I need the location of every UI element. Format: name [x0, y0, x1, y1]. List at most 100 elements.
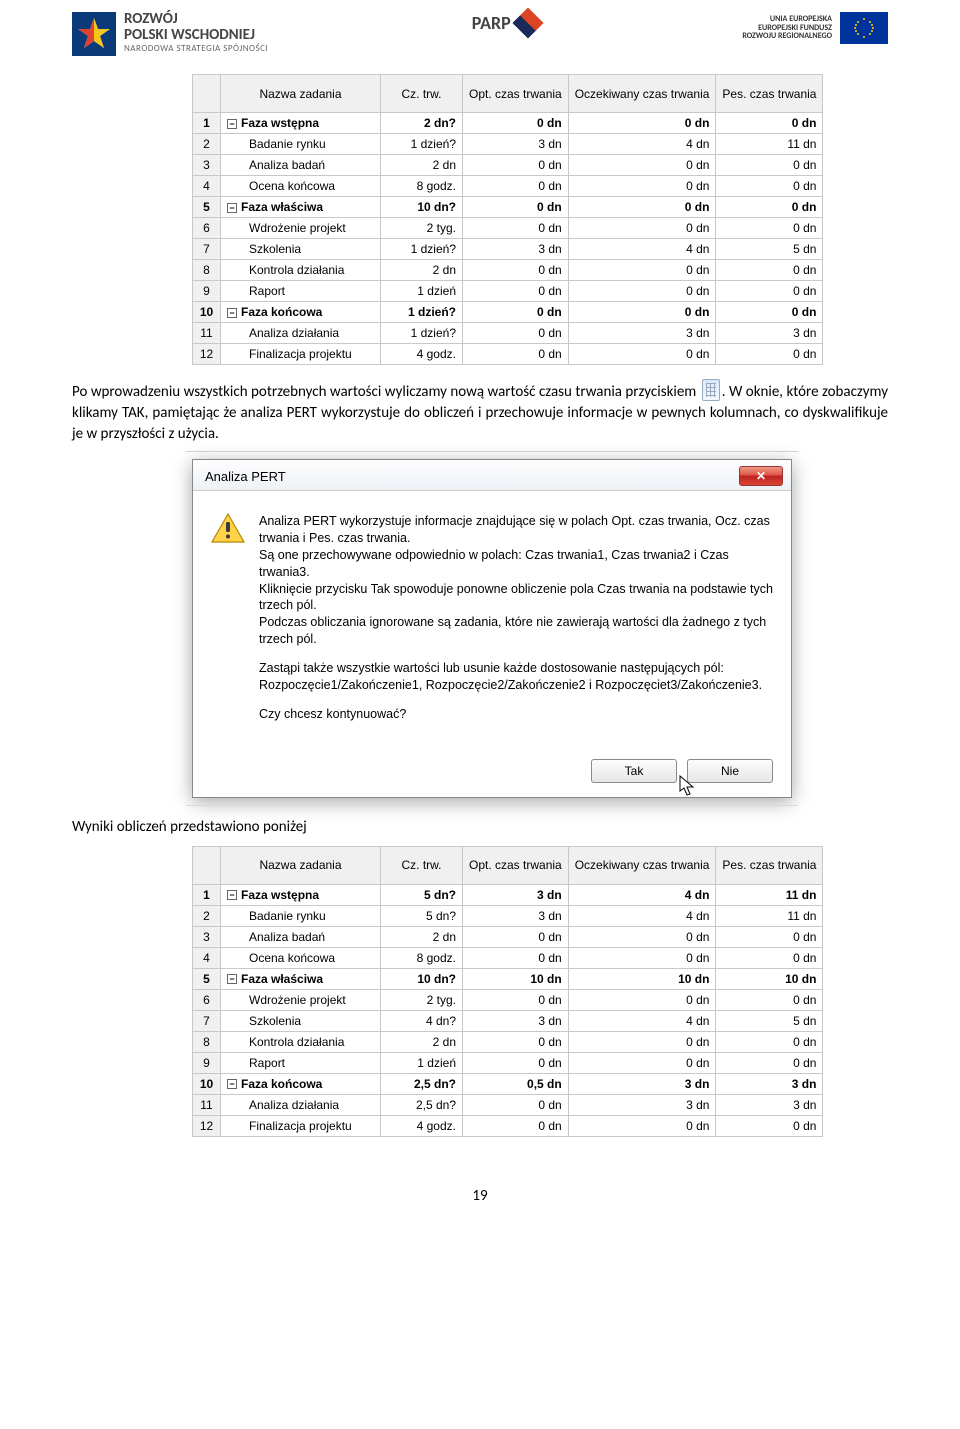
cell: 0 dn [716, 1115, 823, 1136]
dlg-p3: Kliknięcie przycisku Tak spowoduje ponow… [259, 582, 773, 613]
row-number: 7 [193, 1010, 221, 1031]
task-name: Kontrola działania [221, 260, 381, 281]
cell: 0 dn [716, 989, 823, 1010]
task-name: Analiza badań [221, 926, 381, 947]
task-name: −Faza właściwa [221, 197, 381, 218]
table-row: 9Raport1 dzień0 dn0 dn0 dn [193, 1052, 823, 1073]
cell: 0 dn [463, 989, 569, 1010]
cell: 10 dn? [381, 197, 463, 218]
cell: 0 dn [463, 155, 569, 176]
cell: 0 dn [716, 113, 823, 134]
task-name: Badanie rynku [221, 134, 381, 155]
cell: 0 dn [463, 1115, 569, 1136]
row-number: 12 [193, 1115, 221, 1136]
task-name: −Faza końcowa [221, 1073, 381, 1094]
table-row: 4Ocena końcowa8 godz.0 dn0 dn0 dn [193, 947, 823, 968]
dlg-p4: Podczas obliczania ignorowane są zadania… [259, 615, 766, 646]
row-number: 6 [193, 218, 221, 239]
cell: 0 dn [716, 176, 823, 197]
collapse-icon[interactable]: − [227, 308, 237, 318]
row-number: 2 [193, 134, 221, 155]
dlg-p2: Są one przechowywane odpowiednio w polac… [259, 548, 729, 579]
cell: 0 dn [463, 1094, 569, 1115]
cell: 0,5 dn [463, 1073, 569, 1094]
no-button[interactable]: Nie [687, 759, 773, 783]
row-number: 10 [193, 1073, 221, 1094]
row-number: 9 [193, 281, 221, 302]
cell: 3 dn [568, 1073, 716, 1094]
cell: 0 dn [463, 947, 569, 968]
cell: 10 dn [568, 968, 716, 989]
cell: 11 dn [716, 905, 823, 926]
cell: 0 dn [716, 926, 823, 947]
cursor-icon [679, 775, 697, 797]
cell: 0 dn [463, 1052, 569, 1073]
task-name: −Faza wstępna [221, 884, 381, 905]
cell: 0 dn [716, 302, 823, 323]
close-button[interactable]: ✕ [739, 466, 783, 486]
logo-right-line3: ROZWOJU REGIONALNEGO [742, 32, 832, 41]
parp-label: PARP [472, 12, 511, 34]
task-name: Wdrożenie projekt [221, 218, 381, 239]
row-number: 1 [193, 113, 221, 134]
cell: 3 dn [463, 134, 569, 155]
collapse-icon[interactable]: − [227, 890, 237, 900]
logo-right: UNIA EUROPEJSKA EUROPEJSKI FUNDUSZ ROZWO… [742, 12, 888, 44]
cell: 1 dzień? [381, 323, 463, 344]
table-row: 1−Faza wstępna2 dn?0 dn0 dn0 dn [193, 113, 823, 134]
row-number: 4 [193, 176, 221, 197]
collapse-icon[interactable]: − [227, 203, 237, 213]
cell: 0 dn [568, 1052, 716, 1073]
task-name: −Faza końcowa [221, 302, 381, 323]
dlg-p6: Czy chcesz kontynuować? [259, 706, 773, 723]
table-row: 2Badanie rynku5 dn?3 dn4 dn11 dn [193, 905, 823, 926]
table-row: 2Badanie rynku1 dzień?3 dn4 dn11 dn [193, 134, 823, 155]
cell: 3 dn [716, 323, 823, 344]
cell: 4 godz. [381, 1115, 463, 1136]
cell: 0 dn [463, 344, 569, 365]
table-row: 3Analiza badań2 dn0 dn0 dn0 dn [193, 155, 823, 176]
cell: 0 dn [463, 1031, 569, 1052]
cell: 3 dn [463, 884, 569, 905]
row-number: 6 [193, 989, 221, 1010]
cell: 1 dzień? [381, 134, 463, 155]
logo-left: ROZWÓJ POLSKI WSCHODNIEJ NARODOWA STRATE… [72, 12, 268, 56]
task-name: Kontrola działania [221, 1031, 381, 1052]
cell: 8 godz. [381, 176, 463, 197]
cell: 10 dn? [381, 968, 463, 989]
task-name: Analiza badań [221, 155, 381, 176]
page-number: 19 [72, 1187, 888, 1205]
dlg-p1: Analiza PERT wykorzystuje informacje zna… [259, 514, 770, 545]
task-name: Ocena końcowa [221, 947, 381, 968]
table-row: 6Wdrożenie projekt2 tyg.0 dn0 dn0 dn [193, 989, 823, 1010]
row-number: 5 [193, 968, 221, 989]
table-row: 4Ocena końcowa8 godz.0 dn0 dn0 dn [193, 176, 823, 197]
yes-button[interactable]: Tak [591, 759, 677, 783]
collapse-icon[interactable]: − [227, 1079, 237, 1089]
cell: 3 dn [463, 905, 569, 926]
cell: 1 dzień [381, 1052, 463, 1073]
collapse-icon[interactable]: − [227, 974, 237, 984]
pert-table-after: Nazwa zadania Cz. trw. Opt. czas trwania… [192, 846, 823, 1137]
cell: 0 dn [716, 1052, 823, 1073]
col-dur: Cz. trw. [381, 75, 463, 113]
table-row: 8Kontrola działania2 dn0 dn0 dn0 dn [193, 260, 823, 281]
task-name: Ocena końcowa [221, 176, 381, 197]
cell: 0 dn [463, 281, 569, 302]
cell: 3 dn [568, 323, 716, 344]
table-row: 3Analiza badań2 dn0 dn0 dn0 dn [193, 926, 823, 947]
paragraph-intro: Po wprowadzeniu wszystkich potrzebnych w… [72, 379, 888, 445]
row-number: 10 [193, 302, 221, 323]
cell: 4 dn [568, 239, 716, 260]
task-name: −Faza wstępna [221, 113, 381, 134]
cell: 0 dn [716, 344, 823, 365]
cell: 2 dn [381, 155, 463, 176]
table-row: 10−Faza końcowa2,5 dn?0,5 dn3 dn3 dn [193, 1073, 823, 1094]
collapse-icon[interactable]: − [227, 119, 237, 129]
cell: 2,5 dn? [381, 1073, 463, 1094]
task-name: Analiza działania [221, 1094, 381, 1115]
cell: 0 dn [463, 323, 569, 344]
calculate-icon [702, 379, 720, 401]
cell: 2,5 dn? [381, 1094, 463, 1115]
task-name: Raport [221, 281, 381, 302]
